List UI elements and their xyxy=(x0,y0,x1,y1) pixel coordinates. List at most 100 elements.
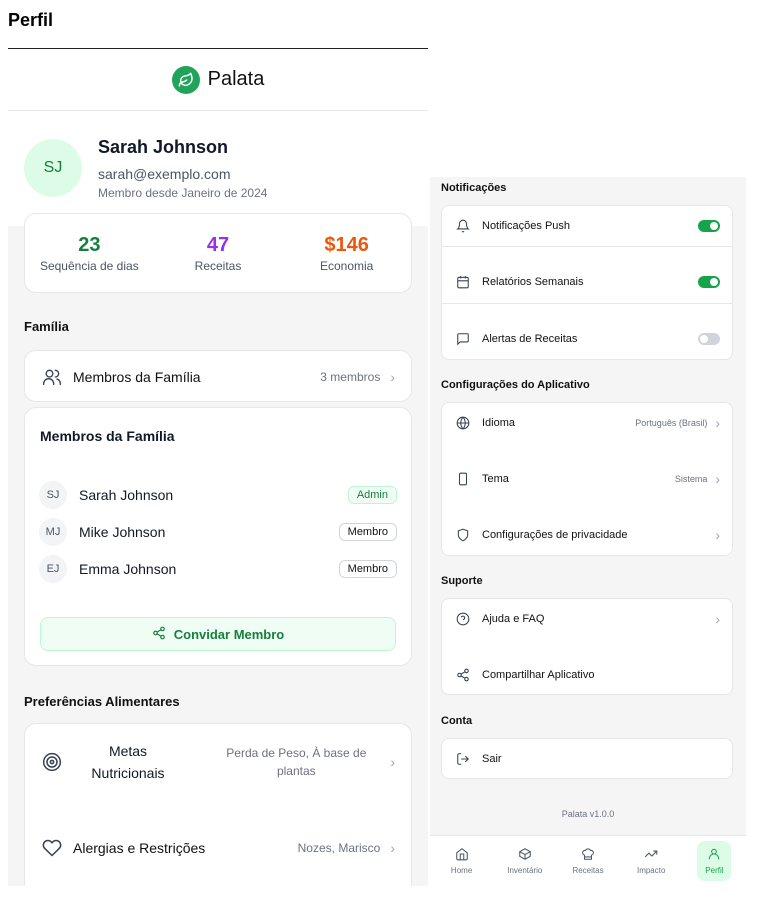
help-circle-icon xyxy=(454,610,472,628)
globe-icon xyxy=(454,414,472,432)
member-name: Emma Johnson xyxy=(79,560,177,577)
avatar[interactable]: SJ xyxy=(24,139,82,197)
profile-panel: Palata SJ Sarah Johnson sarah@exemplo.co… xyxy=(8,48,428,886)
app-settings-card: Idioma Português (Brasil) › Tema Sistema… xyxy=(441,402,733,556)
users-icon xyxy=(41,366,63,388)
role-badge: Membro xyxy=(338,559,397,578)
section-heading-food: Preferências Alimentares xyxy=(24,694,180,709)
chevron-right-icon: › xyxy=(715,415,720,431)
stat-recipes: 47 Receitas xyxy=(154,214,283,292)
row-value: Português (Brasil) xyxy=(635,418,708,428)
tab-label: Impacto xyxy=(636,866,666,875)
tab-label: Home xyxy=(450,866,473,875)
row-label: Sair xyxy=(482,753,502,765)
member-count: 3 membros xyxy=(320,370,381,384)
section-heading-support: Suporte xyxy=(441,575,483,587)
profile-name: Sarah Johnson xyxy=(98,137,229,157)
heart-icon xyxy=(41,837,63,859)
message-square-icon xyxy=(454,330,472,348)
trending-up-icon xyxy=(644,847,658,863)
leaf-logo-icon xyxy=(171,65,200,94)
bell-icon xyxy=(454,217,472,235)
tab-profile[interactable]: Perfil xyxy=(683,836,746,886)
section-heading-account: Conta xyxy=(441,715,473,727)
chevron-right-icon: › xyxy=(390,369,395,385)
smartphone-icon xyxy=(454,470,472,488)
push-notifications-row[interactable]: Notificações Push xyxy=(442,206,732,246)
section-heading-notifications: Notificações xyxy=(441,182,507,194)
stat-savings: $146 Economia xyxy=(282,214,411,292)
row-label: Configurações de privacidade xyxy=(482,529,628,541)
share-icon xyxy=(454,666,472,684)
chevron-right-icon: › xyxy=(390,754,395,770)
recipe-alerts-row[interactable]: Alertas de Receitas xyxy=(442,319,732,359)
stat-value: 47 xyxy=(206,234,230,256)
member-avatar: SJ xyxy=(39,480,67,509)
row-label: Relatórios Semanais xyxy=(482,276,584,288)
page-title: Perfil xyxy=(8,10,54,30)
bottom-tab-bar: Home Inventário Receitas Impacto Perfil xyxy=(430,835,746,886)
privacy-row[interactable]: Configurações de privacidade › xyxy=(442,515,732,555)
row-label: Membros da Família xyxy=(73,369,201,385)
support-card: Ajuda e FAQ › Compartilhar Aplicativo xyxy=(441,598,733,695)
log-out-icon xyxy=(454,750,472,768)
stat-value: $146 xyxy=(324,234,369,256)
chef-hat-icon xyxy=(581,847,595,863)
help-faq-row[interactable]: Ajuda e FAQ › xyxy=(442,599,732,639)
row-label: Metas xyxy=(108,743,148,759)
row-label: Alertas de Receitas xyxy=(482,333,578,345)
notifications-card: Notificações Push Relatórios Semanais Al… xyxy=(441,205,733,360)
row-label: Ajuda e FAQ xyxy=(482,613,545,625)
account-card: Sair xyxy=(441,738,733,779)
family-members-row[interactable]: Membros da Família 3 membros › xyxy=(24,350,412,402)
row-label: Tema xyxy=(482,473,509,485)
row-label: Nutricionais xyxy=(91,765,165,781)
role-badge: Membro xyxy=(338,522,397,541)
weekly-reports-row[interactable]: Relatórios Semanais xyxy=(442,261,732,303)
chevron-right-icon: › xyxy=(715,611,720,627)
invite-member-button[interactable]: Convidar Membro xyxy=(40,617,396,651)
family-members-card: Membros da Família SJ Sarah Johnson Admi… xyxy=(24,407,412,666)
tab-recipes[interactable]: Receitas xyxy=(556,836,619,886)
member-avatar: EJ xyxy=(39,554,67,583)
settings-panel: Notificações Notificações Push Relatório… xyxy=(430,177,746,886)
weekly-toggle[interactable] xyxy=(698,276,720,288)
tab-home[interactable]: Home xyxy=(430,836,493,886)
role-badge: Admin xyxy=(347,485,397,504)
home-icon xyxy=(455,847,469,863)
list-item[interactable]: MJ Mike Johnson Membro xyxy=(25,513,411,550)
app-header: Palata xyxy=(8,49,428,111)
list-item[interactable]: SJ Sarah Johnson Admin xyxy=(25,476,411,513)
recipe-alerts-toggle[interactable] xyxy=(698,333,720,345)
nutrition-goals-row[interactable]: Metas Nutricionais Perda de Peso, À base… xyxy=(25,724,411,800)
list-item[interactable]: EJ Emma Johnson Membro xyxy=(25,550,411,587)
share-icon xyxy=(152,626,166,643)
tab-label: Receitas xyxy=(572,866,604,875)
row-label: Compartilhar Aplicativo xyxy=(482,669,595,681)
allergies-row[interactable]: Alergias e Restrições Nozes, Marisco › xyxy=(25,824,411,872)
row-value: Nozes, Marisco xyxy=(297,841,381,855)
stat-value: 23 xyxy=(78,234,101,256)
share-app-row[interactable]: Compartilhar Aplicativo xyxy=(442,655,732,694)
row-value: Sistema xyxy=(674,474,708,484)
push-toggle[interactable] xyxy=(698,220,720,232)
target-icon xyxy=(41,751,63,773)
user-icon xyxy=(707,847,721,863)
tab-label: Inventário xyxy=(507,866,543,875)
profile-header: SJ Sarah Johnson sarah@exemplo.com Membr… xyxy=(8,111,428,226)
row-value: Perda de Peso, À base de xyxy=(226,746,367,760)
section-heading-app-settings: Configurações do Aplicativo xyxy=(441,379,590,391)
row-value: plantas xyxy=(276,764,316,778)
tab-impact[interactable]: Impacto xyxy=(620,836,683,886)
stat-label: Sequência de dias xyxy=(39,259,139,273)
row-label: Notificações Push xyxy=(482,220,571,232)
card-title: Membros da Família xyxy=(40,428,175,444)
food-preferences-card: Metas Nutricionais Perda de Peso, À base… xyxy=(24,723,412,886)
theme-row[interactable]: Tema Sistema › xyxy=(442,459,732,499)
box-icon xyxy=(518,847,532,863)
stat-label: Economia xyxy=(319,259,374,273)
logout-row[interactable]: Sair xyxy=(442,739,732,778)
row-label: Idioma xyxy=(482,417,516,429)
tab-inventory[interactable]: Inventário xyxy=(493,836,556,886)
language-row[interactable]: Idioma Português (Brasil) › xyxy=(442,403,732,443)
